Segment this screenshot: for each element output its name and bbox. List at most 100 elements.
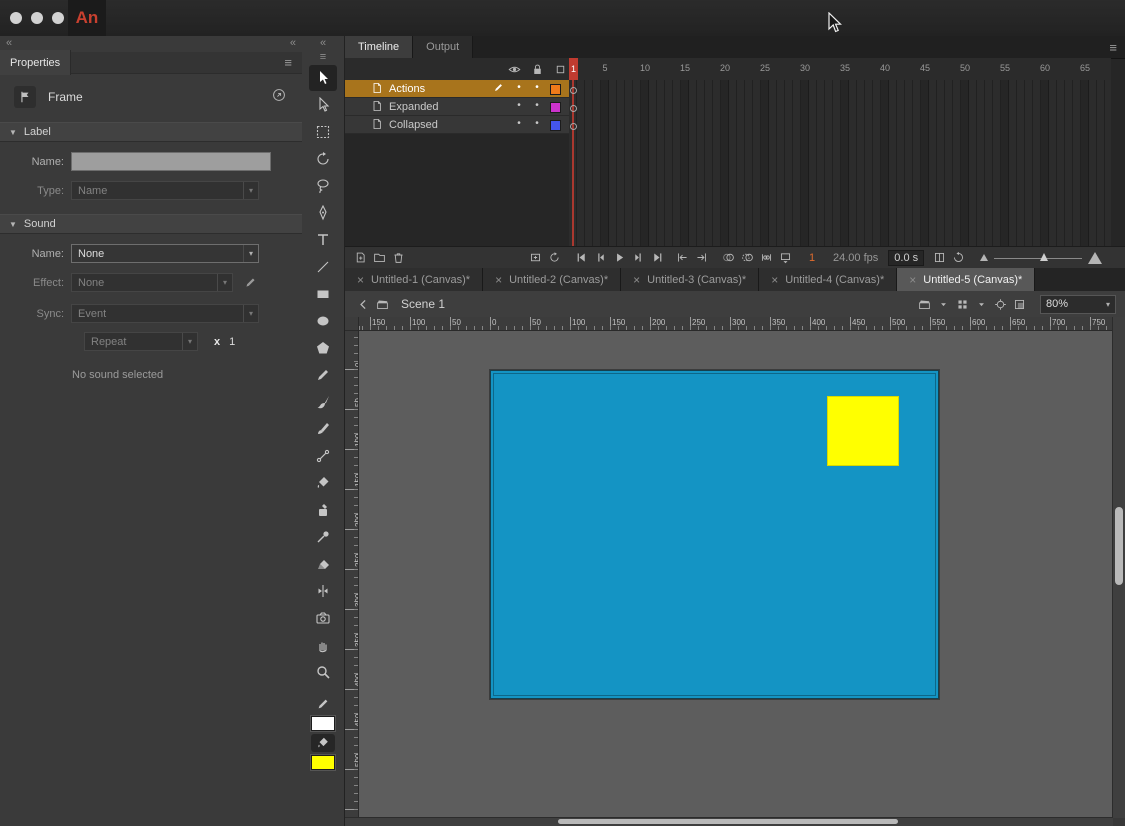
section-sound[interactable]: ▼ Sound — [0, 214, 302, 234]
layer-row[interactable]: Collapsed•• — [345, 116, 1111, 134]
eraser-tool[interactable] — [309, 551, 337, 577]
text-tool[interactable] — [309, 227, 337, 253]
pen-tool[interactable] — [309, 200, 337, 226]
close-tab-icon[interactable]: × — [357, 273, 364, 287]
playhead[interactable]: 1 — [569, 58, 578, 80]
layer-row[interactable]: Expanded•• — [345, 98, 1111, 116]
new-layer-button[interactable] — [351, 250, 370, 266]
document-tab[interactable]: ×Untitled-4 (Canvas)* — [759, 268, 897, 291]
center-frame-button[interactable] — [526, 250, 545, 266]
marker-right-button[interactable] — [692, 250, 711, 266]
rectangle-tool[interactable] — [309, 281, 337, 307]
step-forward-button[interactable] — [629, 250, 648, 266]
eye-toggle-icon[interactable] — [505, 61, 524, 77]
frame-rate-display[interactable]: 24.00 fps — [833, 252, 878, 264]
brush-tool[interactable] — [309, 389, 337, 415]
delete-layer-button[interactable] — [389, 250, 408, 266]
layer-outline-color[interactable] — [550, 84, 561, 95]
document-tab[interactable]: ×Untitled-5 (Canvas)* — [897, 268, 1035, 291]
onion-skin-button[interactable] — [719, 250, 738, 266]
repeat-count-value[interactable]: 1 — [229, 336, 235, 348]
close-tab-icon[interactable]: × — [909, 273, 916, 287]
back-button[interactable] — [354, 296, 373, 312]
vertical-ruler[interactable]: 050100150200250300350400450500 — [345, 330, 359, 818]
vertical-scrollbar[interactable] — [1112, 317, 1125, 818]
loop-button[interactable] — [545, 250, 564, 266]
clip-content-button[interactable] — [1010, 296, 1029, 312]
current-frame-display[interactable]: 1 — [807, 252, 817, 264]
free-transform-tool[interactable] — [309, 119, 337, 145]
horizontal-scrollbar[interactable] — [345, 817, 1113, 826]
layer-outline-color[interactable] — [550, 120, 561, 131]
outline-toggle-icon[interactable] — [551, 61, 570, 77]
dropdown-caret-button[interactable] — [934, 296, 953, 312]
layer-row[interactable]: Actions•• — [345, 80, 1111, 98]
frame-help-icon[interactable] — [272, 88, 290, 106]
layer-lock-dot[interactable]: • — [533, 100, 541, 111]
layer-lock-dot[interactable]: • — [533, 82, 541, 93]
lasso-tool[interactable] — [309, 173, 337, 199]
edit-symbols-button[interactable] — [953, 296, 972, 312]
canvas-area[interactable]: 1501005005010015020025030035040045050055… — [345, 317, 1125, 826]
document-tab[interactable]: ×Untitled-3 (Canvas)* — [621, 268, 759, 291]
timeline-zoom-in-icon[interactable] — [1088, 252, 1102, 264]
keyframe-dot[interactable] — [570, 87, 577, 94]
timeline-zoom-out-icon[interactable] — [980, 254, 988, 261]
selection-tool[interactable] — [309, 65, 337, 91]
dropdown-caret-button[interactable] — [972, 296, 991, 312]
polystar-tool[interactable] — [309, 335, 337, 361]
pencil-tool[interactable] — [309, 362, 337, 388]
timeline-zoom-thumb[interactable] — [1040, 253, 1048, 261]
marker-left-button[interactable] — [673, 250, 692, 266]
oval-tool[interactable] — [309, 308, 337, 334]
layer-lock-dot[interactable]: • — [533, 118, 541, 129]
ink-bottle-tool[interactable] — [309, 497, 337, 523]
camera-tool[interactable] — [309, 605, 337, 631]
layer-visibility-dot[interactable]: • — [515, 118, 523, 129]
frame-ruler[interactable]: 1 5101520253035404550556065 — [345, 58, 1111, 81]
modify-markers-button[interactable] — [776, 250, 795, 266]
go-first-button[interactable] — [572, 250, 591, 266]
sound-repeat-select[interactable]: Repeat ▾ — [84, 332, 198, 351]
panel-menu-icon[interactable]: ≡ — [284, 55, 302, 70]
label-type-select[interactable]: Name ▾ — [71, 181, 259, 200]
edit-sound-envelope-icon[interactable] — [241, 275, 259, 291]
sound-effect-select[interactable]: None ▾ — [71, 273, 233, 292]
edit-multiple-frames-button[interactable] — [757, 250, 776, 266]
elapsed-time-display[interactable]: 0.0 s — [888, 250, 924, 266]
yellow-rectangle-shape[interactable] — [827, 396, 899, 466]
horizontal-ruler[interactable]: 1501005005010015020025030035040045050055… — [358, 317, 1113, 331]
tab-output[interactable]: Output — [413, 36, 473, 58]
subselection-tool[interactable] — [309, 92, 337, 118]
scene-button[interactable] — [373, 296, 392, 312]
go-last-button[interactable] — [648, 250, 667, 266]
minimize-window-button[interactable] — [31, 12, 43, 24]
vertical-scroll-thumb[interactable] — [1115, 507, 1123, 585]
zoom-tool[interactable] — [309, 659, 337, 685]
zoom-window-button[interactable] — [52, 12, 64, 24]
line-tool[interactable] — [309, 254, 337, 280]
onion-outlines-button[interactable] — [738, 250, 757, 266]
fill-color-swatch[interactable] — [311, 755, 335, 770]
tab-properties[interactable]: Properties — [0, 50, 71, 75]
step-back-button[interactable] — [591, 250, 610, 266]
collapse-panel-icon[interactable]: « — [290, 37, 296, 52]
stroke-color-swatch[interactable] — [311, 716, 335, 731]
keyframe-dot[interactable] — [570, 123, 577, 130]
layer-visibility-dot[interactable]: • — [515, 100, 523, 111]
close-tab-icon[interactable]: × — [495, 273, 502, 287]
hand-tool[interactable] — [309, 632, 337, 658]
center-stage-button[interactable] — [991, 296, 1010, 312]
close-tab-icon[interactable]: × — [633, 273, 640, 287]
new-folder-button[interactable] — [370, 250, 389, 266]
tab-timeline[interactable]: Timeline — [345, 36, 413, 58]
sound-sync-select[interactable]: Event ▾ — [71, 304, 259, 323]
tools-menu-icon[interactable]: ≡ — [302, 50, 344, 64]
section-label[interactable]: ▼ Label — [0, 122, 302, 142]
stage[interactable] — [490, 370, 939, 699]
zoom-select[interactable]: 80% ▾ — [1040, 295, 1116, 314]
bone-tool[interactable] — [309, 443, 337, 469]
layer-outline-color[interactable] — [550, 102, 561, 113]
close-window-button[interactable] — [10, 12, 22, 24]
lock-toggle-icon[interactable] — [528, 61, 547, 77]
